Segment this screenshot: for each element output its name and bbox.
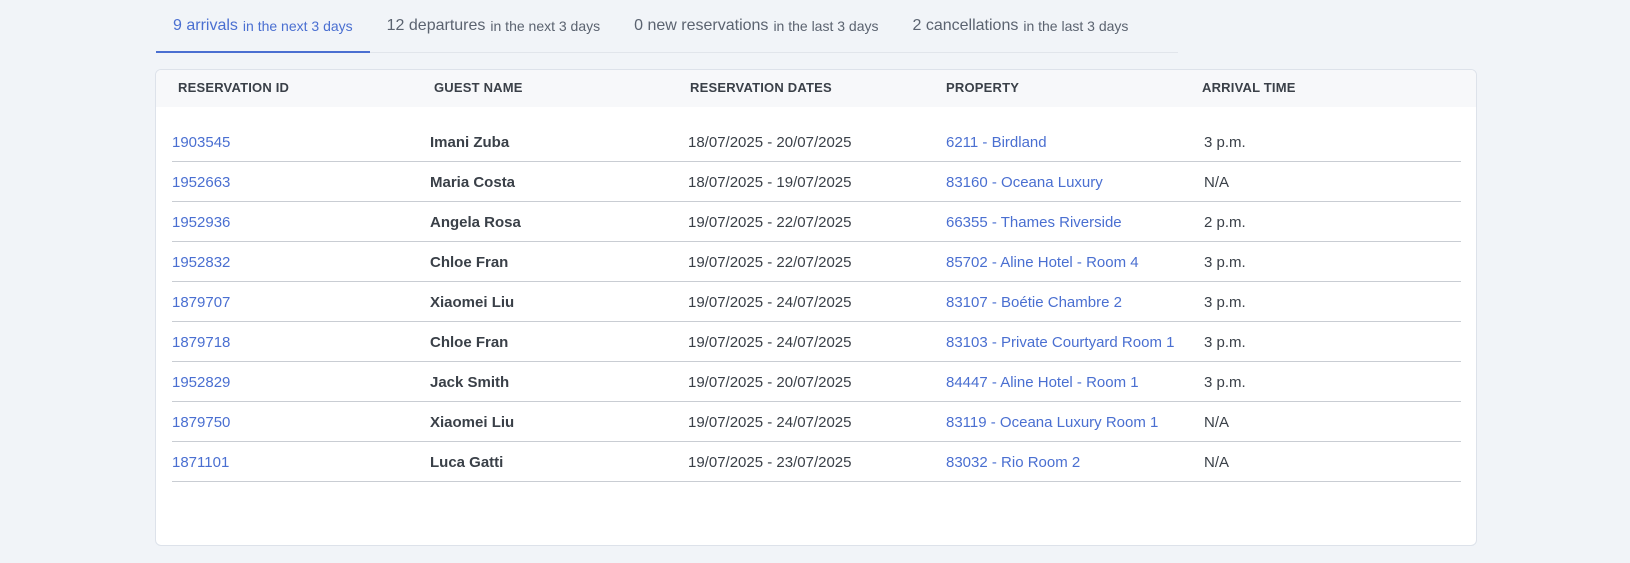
table-row: 1952936 Angela Rosa 19/07/2025 - 22/07/2… <box>172 202 1461 242</box>
arrival-time: 3 p.m. <box>1204 134 1246 151</box>
property-link[interactable]: 83103 - Private Courtyard Room 1 <box>946 334 1174 351</box>
tab-count: 9 arrivals <box>173 17 238 34</box>
guest-name: Luca Gatti <box>430 454 504 471</box>
guest-name: Chloe Fran <box>430 254 509 271</box>
header-property: PROPERTY <box>946 80 1020 95</box>
header-reservation-dates: RESERVATION DATES <box>690 80 832 95</box>
tab-range: in the last 3 days <box>1023 18 1129 34</box>
summary-tabs: 9 arrivals in the next 3 days 12 departu… <box>156 0 1178 53</box>
tab-departures[interactable]: 12 departures in the next 3 days <box>370 0 617 52</box>
table-header: RESERVATION ID GUEST NAME RESERVATION DA… <box>156 70 1476 107</box>
arrival-time: 3 p.m. <box>1204 374 1246 391</box>
arrival-time: 3 p.m. <box>1204 254 1246 271</box>
guest-name: Imani Zuba <box>430 134 510 151</box>
reservation-dates: 19/07/2025 - 24/07/2025 <box>688 414 852 431</box>
reservation-id-link[interactable]: 1903545 <box>172 134 230 151</box>
arrival-time: N/A <box>1204 174 1230 191</box>
tab-range: in the next 3 days <box>490 18 601 34</box>
reservation-dates: 18/07/2025 - 20/07/2025 <box>688 134 852 151</box>
reservation-dates: 19/07/2025 - 22/07/2025 <box>688 214 852 231</box>
table-row: 1952829 Jack Smith 19/07/2025 - 20/07/20… <box>172 362 1461 402</box>
table-row: 1879707 Xiaomei Liu 19/07/2025 - 24/07/2… <box>172 282 1461 322</box>
guest-name: Jack Smith <box>430 374 510 391</box>
tab-count: 2 cancellations <box>912 17 1019 34</box>
guest-name: Chloe Fran <box>430 334 509 351</box>
tab-count: 0 new reservations <box>634 17 769 34</box>
property-link[interactable]: 83032 - Rio Room 2 <box>946 454 1080 471</box>
arrival-time: 2 p.m. <box>1204 214 1246 231</box>
arrival-time: 3 p.m. <box>1204 294 1246 311</box>
arrivals-table-card: RESERVATION ID GUEST NAME RESERVATION DA… <box>155 69 1477 546</box>
reservation-id-link[interactable]: 1879750 <box>172 414 230 431</box>
table-row: 1879718 Chloe Fran 19/07/2025 - 24/07/20… <box>172 322 1461 362</box>
arrival-time: 3 p.m. <box>1204 334 1246 351</box>
reservation-dates: 18/07/2025 - 19/07/2025 <box>688 174 852 191</box>
reservation-id-link[interactable]: 1952832 <box>172 254 230 271</box>
guest-name: Maria Costa <box>430 174 516 191</box>
table-row: 1879750 Xiaomei Liu 19/07/2025 - 24/07/2… <box>172 402 1461 442</box>
property-link[interactable]: 6211 - Birdland <box>946 134 1047 151</box>
table-row: 1903545 Imani Zuba 18/07/2025 - 20/07/20… <box>172 122 1461 162</box>
property-link[interactable]: 83107 - Boétie Chambre 2 <box>946 294 1122 311</box>
arrival-time: N/A <box>1204 414 1230 431</box>
tab-arrivals[interactable]: 9 arrivals in the next 3 days <box>156 0 370 53</box>
tab-count: 12 departures <box>386 17 486 34</box>
property-link[interactable]: 84447 - Aline Hotel - Room 1 <box>946 374 1139 391</box>
reservation-dates: 19/07/2025 - 23/07/2025 <box>688 454 852 471</box>
tab-range: in the last 3 days <box>773 18 879 34</box>
table-row: 1952663 Maria Costa 18/07/2025 - 19/07/2… <box>172 162 1461 202</box>
property-link[interactable]: 83160 - Oceana Luxury <box>946 174 1103 191</box>
header-reservation-id: RESERVATION ID <box>178 80 290 95</box>
reservation-id-link[interactable]: 1879718 <box>172 334 230 351</box>
guest-name: Angela Rosa <box>430 214 521 231</box>
header-guest-name: GUEST NAME <box>434 80 523 95</box>
guest-name: Xiaomei Liu <box>430 294 515 311</box>
property-link[interactable]: 66355 - Thames Riverside <box>946 214 1122 231</box>
tab-cancellations[interactable]: 2 cancellations in the last 3 days <box>896 0 1146 52</box>
reservation-id-link[interactable]: 1871101 <box>172 454 229 471</box>
guest-name: Xiaomei Liu <box>430 414 515 431</box>
reservation-id-link[interactable]: 1952829 <box>172 374 230 391</box>
property-link[interactable]: 83119 - Oceana Luxury Room 1 <box>946 414 1158 431</box>
reservation-dates: 19/07/2025 - 20/07/2025 <box>688 374 852 391</box>
reservation-id-link[interactable]: 1879707 <box>172 294 230 311</box>
header-arrival-time: ARRIVAL TIME <box>1202 80 1296 95</box>
reservation-dates: 19/07/2025 - 24/07/2025 <box>688 334 852 351</box>
tab-range: in the next 3 days <box>242 18 353 34</box>
property-link[interactable]: 85702 - Aline Hotel - Room 4 <box>946 254 1139 271</box>
reservation-dates: 19/07/2025 - 24/07/2025 <box>688 294 852 311</box>
tab-new-reservations[interactable]: 0 new reservations in the last 3 days <box>617 0 895 52</box>
reservation-dates: 19/07/2025 - 22/07/2025 <box>688 254 852 271</box>
reservation-id-link[interactable]: 1952663 <box>172 174 230 191</box>
reservation-id-link[interactable]: 1952936 <box>172 214 230 231</box>
table-row: 1952832 Chloe Fran 19/07/2025 - 22/07/20… <box>172 242 1461 282</box>
table-row: 1871101 Luca Gatti 19/07/2025 - 23/07/20… <box>172 442 1461 482</box>
arrival-time: N/A <box>1204 454 1230 471</box>
